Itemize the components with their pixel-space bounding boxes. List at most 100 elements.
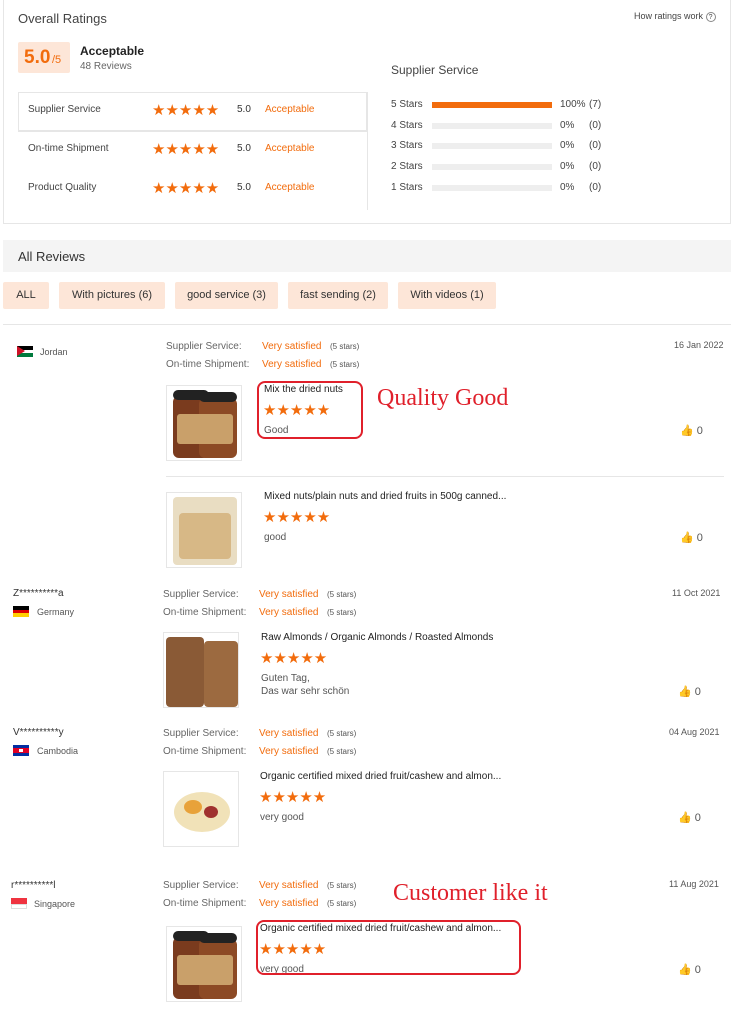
reviewer-country: Singapore: [34, 899, 76, 909]
metric-verdict: Acceptable: [265, 182, 315, 193]
all-reviews-header: All Reviews: [3, 240, 731, 272]
supplier-service-value: Very satisfied: [259, 880, 319, 891]
review-date: 16 Jan 2022: [674, 340, 724, 350]
metric-verdict: Acceptable: [265, 104, 315, 115]
like-button[interactable]: 👍 0: [680, 531, 703, 544]
help-icon: ?: [705, 12, 716, 22]
filter-with-pictures[interactable]: With pictures (6): [59, 282, 165, 309]
product-rating-stars: ★★★★★: [260, 650, 328, 667]
product-image[interactable]: [163, 771, 239, 847]
like-button[interactable]: 👍 0: [678, 811, 701, 824]
metric-stars: ★★★★★: [152, 102, 220, 119]
metric-value: 5.0: [237, 182, 251, 193]
product-title[interactable]: Mixed nuts/plain nuts and dried fruits i…: [264, 491, 506, 502]
review-comment-line2: Das war sehr schön: [261, 686, 350, 697]
thumbs-up-icon: 👍: [680, 532, 694, 544]
score-badge: 5.0 /5: [18, 42, 70, 73]
product-image[interactable]: [166, 492, 242, 568]
breakdown-bar-fill: [432, 102, 552, 108]
breakdown-label: 1 Stars: [391, 181, 423, 193]
review-comment: good: [264, 532, 287, 543]
divider: [18, 131, 367, 132]
supplier-service-value: Very satisfied: [259, 589, 319, 600]
breakdown-count: (0): [589, 161, 602, 173]
product-image[interactable]: [166, 926, 242, 1002]
metric-label: On-time Shipment: [28, 143, 109, 154]
review-date: 04 Aug 2021: [669, 727, 720, 737]
product-title[interactable]: Raw Almonds / Organic Almonds / Roasted …: [261, 632, 493, 643]
breakdown-title: Supplier Service: [391, 63, 479, 77]
reviewer-name: V**********y: [13, 727, 64, 738]
thumbs-up-icon: 👍: [678, 686, 692, 698]
like-button[interactable]: 👍 0: [678, 685, 701, 698]
on-time-label: On-time Shipment:: [163, 607, 247, 618]
germany-flag-icon: [13, 606, 29, 617]
on-time-stars: (5 stars): [327, 747, 357, 756]
reviewer-country: Germany: [37, 607, 75, 617]
product-image[interactable]: [166, 385, 242, 461]
singapore-flag-icon: [11, 898, 27, 909]
how-ratings-link[interactable]: How ratings work ?: [634, 11, 716, 22]
on-time-label: On-time Shipment:: [163, 746, 247, 757]
supplier-service-stars: (5 stars): [327, 881, 357, 890]
breakdown-bar: [432, 164, 552, 171]
annotation-box: [257, 381, 363, 439]
like-button[interactable]: 👍 0: [678, 963, 701, 976]
breakdown-percent: 0%: [560, 161, 575, 173]
reviewer-name: r**********l: [11, 880, 56, 891]
metric-verdict: Acceptable: [265, 143, 315, 154]
breakdown-label: 5 Stars: [391, 99, 423, 110]
reviewer-name: Z**********a: [13, 588, 64, 599]
filter-good-service[interactable]: good service (3): [175, 282, 278, 309]
thumbs-up-icon: 👍: [678, 812, 692, 824]
overall-verdict: Acceptable: [80, 44, 145, 58]
metric-label: Supplier Service: [28, 104, 101, 115]
on-time-stars: (5 stars): [327, 899, 357, 908]
on-time-stars: (5 stars): [330, 360, 360, 369]
product-rating-stars: ★★★★★: [263, 509, 331, 526]
breakdown-label: 4 Stars: [391, 119, 423, 131]
breakdown-percent: 100%: [560, 99, 586, 110]
product-title[interactable]: Organic certified mixed dried fruit/cash…: [260, 771, 501, 782]
divider: [166, 476, 724, 477]
review-count: 48 Reviews: [80, 61, 132, 72]
review-date: 11 Oct 2021: [672, 588, 721, 598]
breakdown-label: 3 Stars: [391, 140, 423, 152]
breakdown-bar: [432, 143, 552, 150]
filter-with-videos[interactable]: With videos (1): [398, 282, 496, 309]
review-comment: Guten Tag,: [261, 673, 310, 684]
supplier-service-stars: (5 stars): [327, 590, 357, 599]
breakdown-bar: [432, 122, 552, 129]
supplier-service-label: Supplier Service:: [163, 589, 239, 600]
breakdown-count: (0): [589, 140, 602, 152]
breakdown-count: (0): [589, 181, 602, 193]
thumbs-up-icon: 👍: [678, 964, 692, 976]
breakdown-percent: 0%: [560, 140, 575, 152]
breakdown-percent: 0%: [560, 119, 575, 131]
on-time-value: Very satisfied: [259, 746, 319, 757]
supplier-service-stars: (5 stars): [327, 729, 357, 738]
all-reviews-title: All Reviews: [18, 249, 86, 264]
score-value: 5.0: [24, 47, 51, 68]
on-time-value: Very satisfied: [259, 607, 319, 618]
metric-value: 5.0: [237, 143, 251, 154]
breakdown-percent: 0%: [560, 181, 575, 193]
filter-fast-sending[interactable]: fast sending (2): [288, 282, 388, 309]
breakdown-count: (7): [589, 99, 602, 110]
divider: [367, 92, 368, 210]
metric-stars: ★★★★★: [152, 141, 220, 158]
product-image[interactable]: [163, 632, 239, 708]
supplier-service-label: Supplier Service:: [163, 728, 239, 739]
supplier-service-label: Supplier Service:: [163, 880, 239, 891]
annotation-box: [256, 920, 521, 975]
breakdown-bar: [432, 184, 552, 191]
filter-all[interactable]: ALL: [3, 282, 49, 309]
breakdown-bar: [432, 102, 552, 108]
supplier-service-stars: (5 stars): [330, 342, 360, 351]
metric-stars: ★★★★★: [152, 180, 220, 197]
review-comment: very good: [260, 812, 304, 823]
on-time-value: Very satisfied: [262, 359, 322, 370]
product-rating-stars: ★★★★★: [259, 789, 327, 806]
thumbs-up-icon: 👍: [680, 425, 694, 437]
like-button[interactable]: 👍 0: [680, 424, 703, 437]
